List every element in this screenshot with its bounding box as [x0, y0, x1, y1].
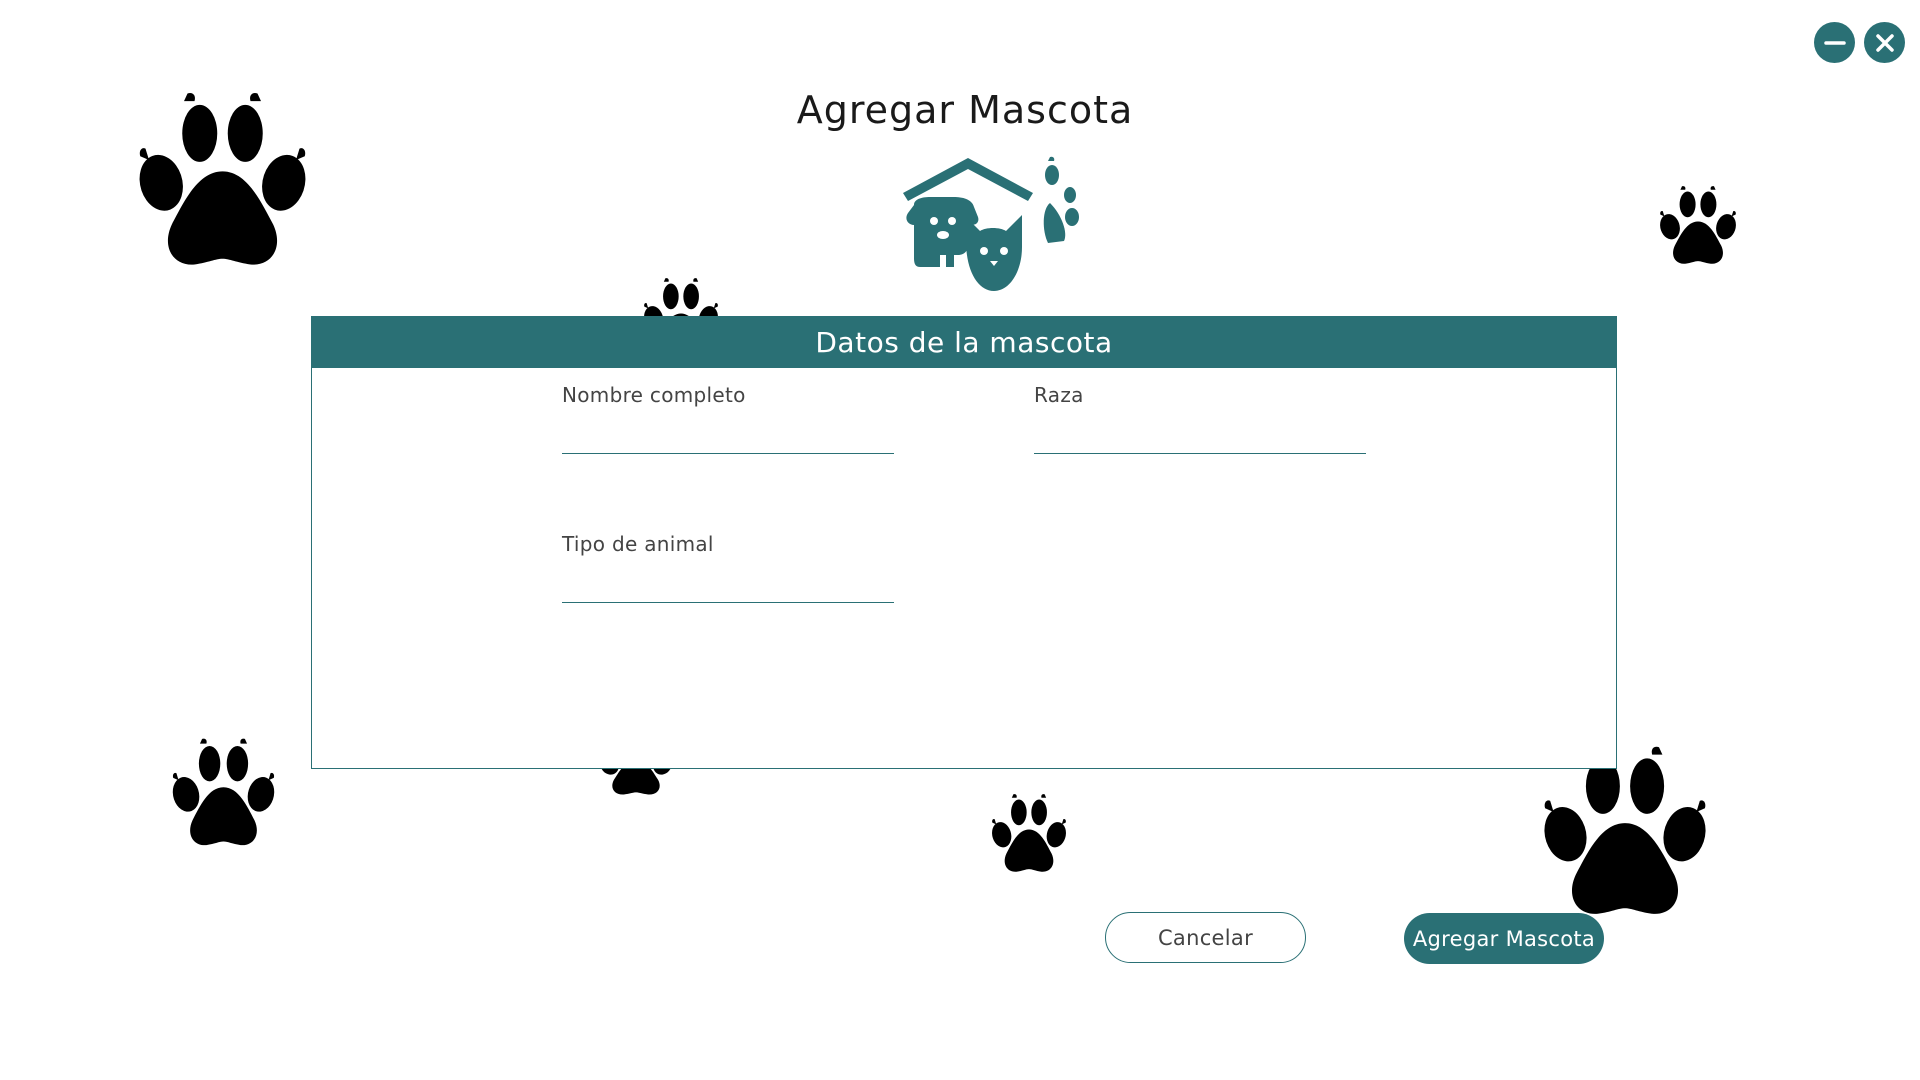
pets-house-icon — [903, 156, 1079, 291]
raza-input[interactable] — [1034, 419, 1366, 454]
field-tipo-de-animal: Tipo de animal — [562, 532, 894, 603]
cancel-button[interactable]: Cancelar — [1105, 912, 1306, 963]
field-raza: Raza — [1034, 383, 1366, 454]
raza-label: Raza — [1034, 383, 1084, 407]
field-nombre-completo: Nombre completo — [562, 383, 894, 454]
add-pet-button[interactable]: Agregar Mascota — [1404, 913, 1604, 964]
pet-data-card: Datos de la mascota Nombre completo Raza… — [311, 316, 1617, 769]
close-icon — [1875, 33, 1894, 52]
paw-print-icon — [170, 733, 277, 851]
tipo-label: Tipo de animal — [562, 532, 714, 556]
minimize-button[interactable] — [1814, 22, 1855, 63]
paw-print-icon — [1658, 182, 1738, 268]
nombre-label: Nombre completo — [562, 383, 746, 407]
minus-icon — [1823, 40, 1846, 45]
paw-print-icon — [990, 790, 1068, 876]
app-window: Agregar Mascota Datos de la mascota Nomb… — [0, 0, 1920, 1080]
page-title: Agregar Mascota — [796, 88, 1134, 132]
card-header: Datos de la mascota — [312, 317, 1616, 368]
close-button[interactable] — [1864, 22, 1905, 63]
tipo-input[interactable] — [562, 568, 894, 603]
nombre-input[interactable] — [562, 419, 894, 454]
